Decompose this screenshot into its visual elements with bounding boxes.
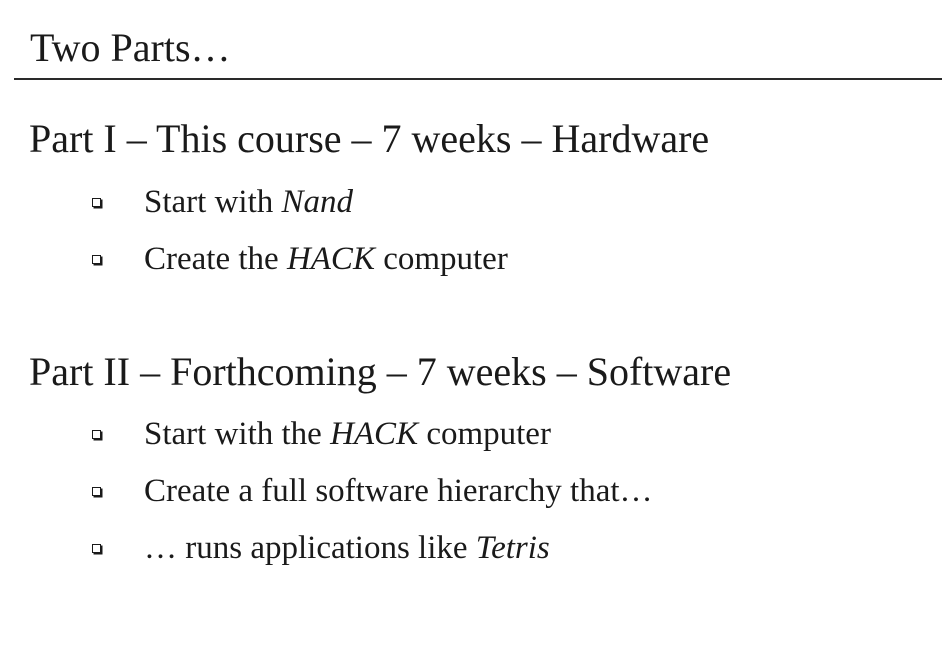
title-divider bbox=[14, 78, 942, 80]
hollow-square-bullet-icon bbox=[92, 430, 101, 439]
bullet-text: Start with the HACK computer bbox=[144, 416, 551, 452]
bullet-item: … runs applications like Tetris bbox=[88, 530, 908, 566]
slide: Two Parts… Part I – This course – 7 week… bbox=[0, 0, 942, 646]
slide-title: Two Parts… bbox=[30, 25, 231, 70]
hollow-square-bullet-icon bbox=[92, 198, 101, 207]
hollow-square-bullet-icon bbox=[92, 255, 101, 264]
bullet-text: Create a full software hierarchy that… bbox=[144, 473, 653, 509]
bullet-text: Create the HACK computer bbox=[144, 241, 508, 277]
bullet-item: Create the HACK computer bbox=[88, 241, 908, 277]
bullet-text: … runs applications like Tetris bbox=[144, 530, 550, 566]
section-heading-part-1: Part I – This course – 7 weeks – Hardwar… bbox=[29, 116, 710, 161]
bullet-item: Start with Nand bbox=[88, 184, 908, 220]
bullet-item: Start with the HACK computer bbox=[88, 416, 908, 452]
hollow-square-bullet-icon bbox=[92, 544, 101, 553]
section-heading-part-2: Part II – Forthcoming – 7 weeks – Softwa… bbox=[29, 349, 732, 394]
bullet-item: Create a full software hierarchy that… bbox=[88, 473, 908, 509]
bullet-text: Start with Nand bbox=[144, 184, 354, 220]
hollow-square-bullet-icon bbox=[92, 487, 101, 496]
